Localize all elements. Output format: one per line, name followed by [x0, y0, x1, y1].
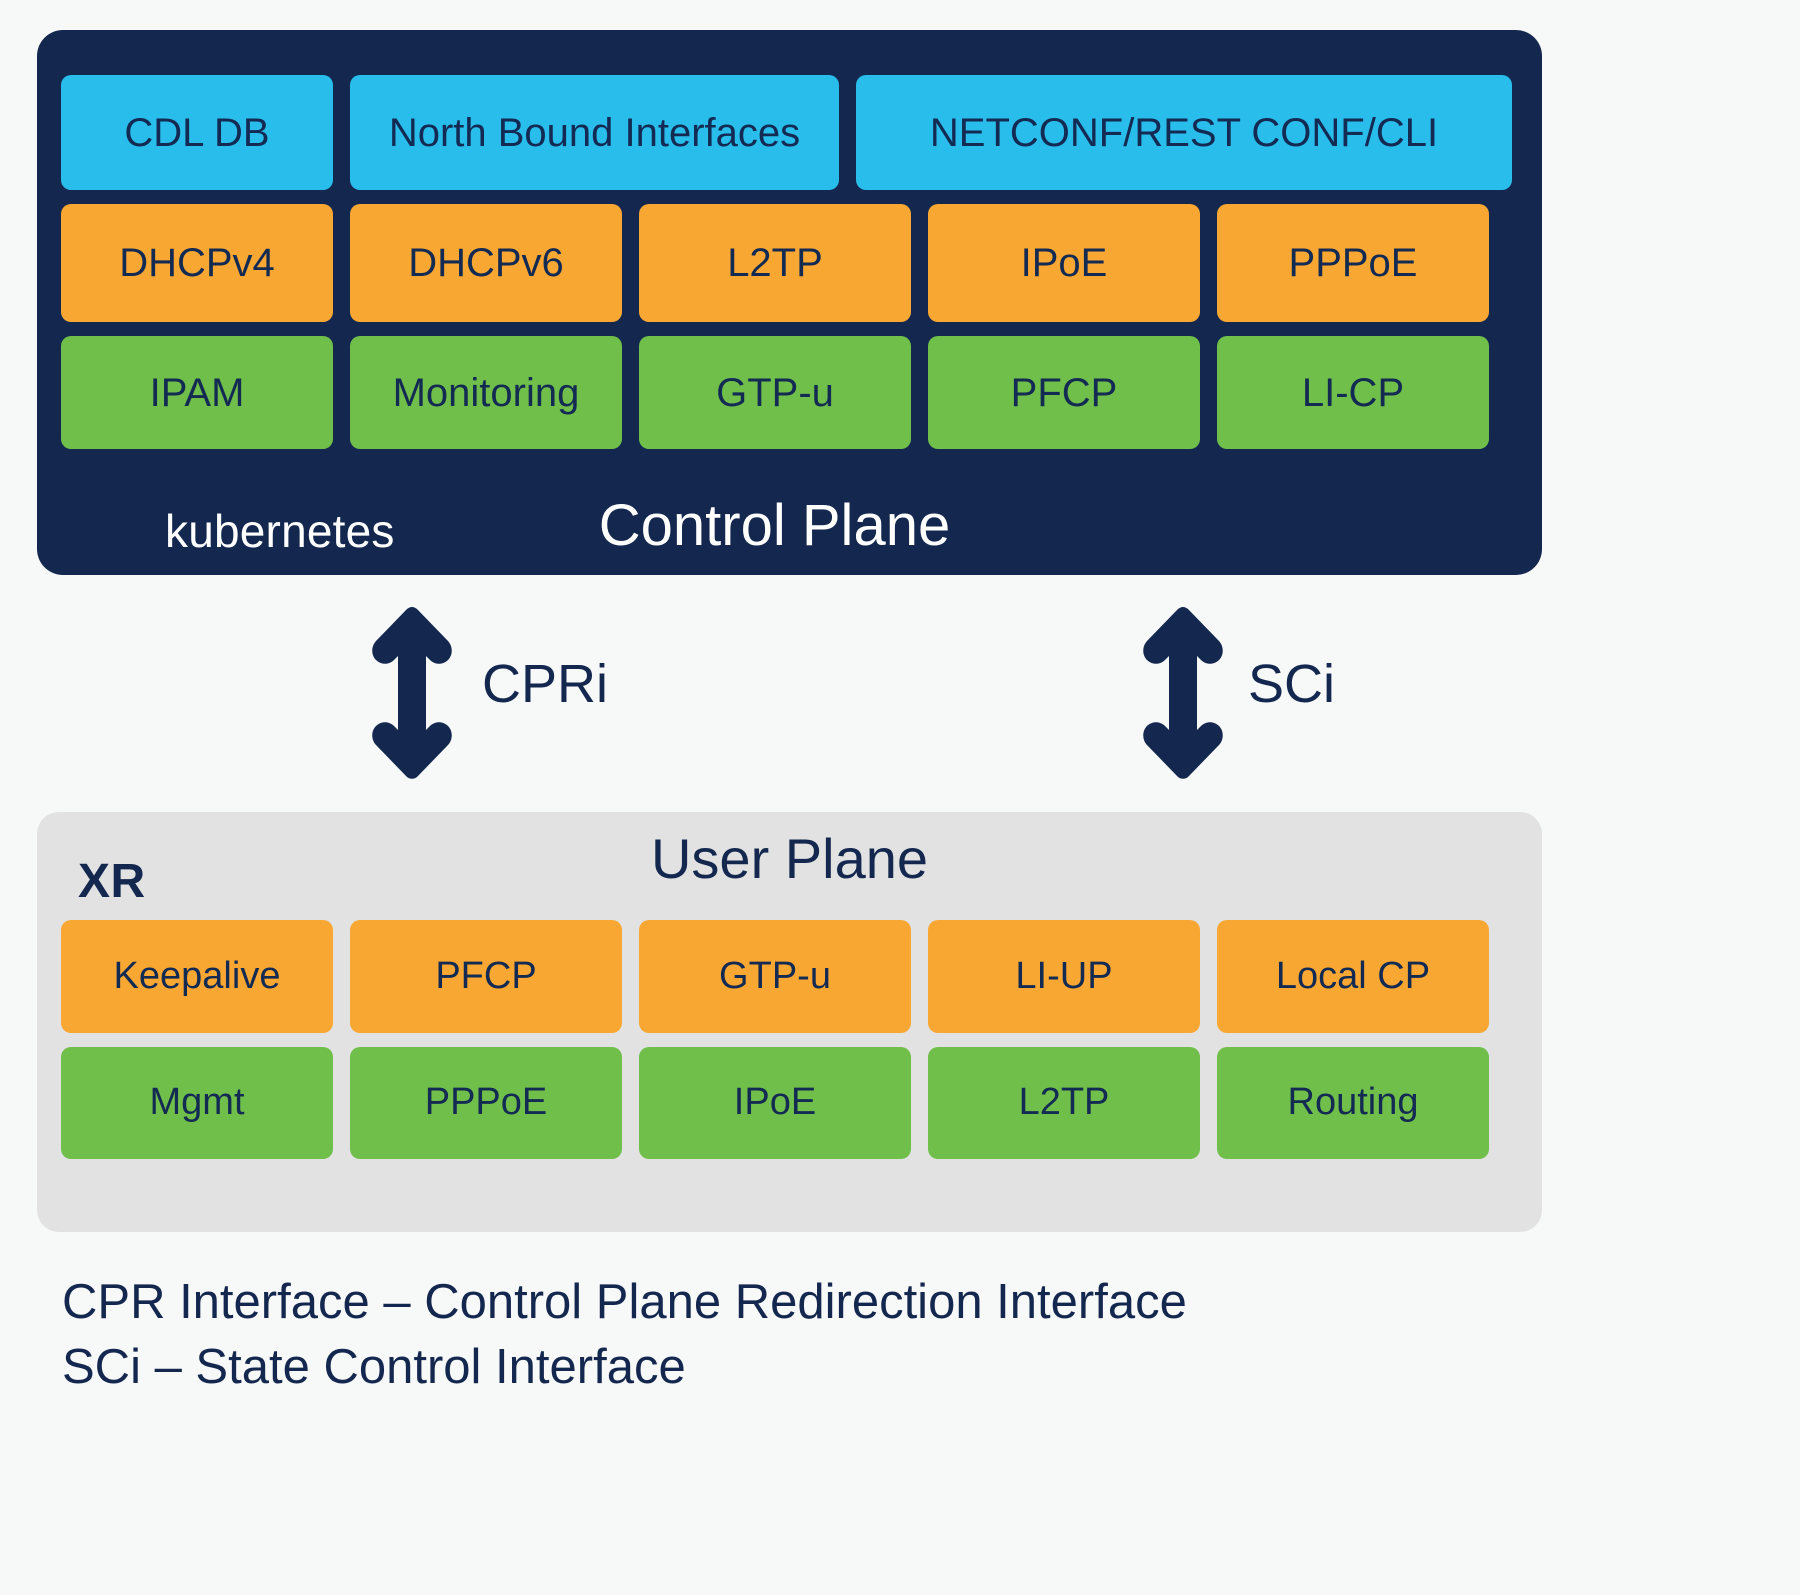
cp-box-label: DHCPv4 — [119, 241, 275, 285]
cp-box-label: Monitoring — [392, 370, 580, 415]
cp-box-dhcpv6[interactable]: DHCPv6 — [350, 204, 622, 322]
cp-box-label: CDL DB — [124, 110, 270, 155]
user-plane-panel: XR User Plane Keepalive PFCP GTP-u LI-UP… — [37, 812, 1542, 1232]
cp-box-ipam[interactable]: IPAM — [61, 336, 333, 449]
cp-box-label: North Bound Interfaces — [388, 110, 801, 155]
cp-box-label: GTP-u — [716, 370, 834, 415]
cp-box-dhcpv4[interactable]: DHCPv4 — [61, 204, 333, 322]
up-box-label: PFCP — [435, 954, 537, 997]
control-plane-row-protocols: DHCPv4 DHCPv6 L2TP IPoE PPPoE — [61, 204, 1518, 322]
cp-box-label: PFCP — [1010, 370, 1118, 415]
up-box-label: PPPoE — [424, 1081, 548, 1124]
cp-box-label: NETCONF/REST CONF/CLI — [929, 110, 1439, 155]
cp-box-label: IPoE — [1020, 241, 1108, 285]
interface-connectors: CPRi SCi — [0, 585, 1800, 790]
up-box-pppoe[interactable]: PPPoE — [350, 1047, 622, 1159]
control-plane-row-northbound: CDL DB North Bound Interfaces NETCONF/RE… — [61, 75, 1518, 190]
cp-box-pfcp[interactable]: PFCP — [928, 336, 1200, 449]
user-plane-rows: Keepalive PFCP GTP-u LI-UP Local CP Mgmt — [61, 920, 1518, 1173]
cp-box-ipoe[interactable]: IPoE — [928, 204, 1200, 322]
up-box-label: Keepalive — [113, 954, 281, 997]
user-plane-title: User Plane — [650, 827, 929, 890]
cp-box-monitoring[interactable]: Monitoring — [350, 336, 622, 449]
user-plane-header: XR User Plane — [37, 812, 1542, 917]
legend-block: CPR Interface – Control Plane Redirectio… — [62, 1270, 1187, 1399]
up-box-label: Mgmt — [149, 1081, 245, 1124]
up-box-label: LI-UP — [1015, 954, 1113, 997]
up-box-ipoe[interactable]: IPoE — [639, 1047, 911, 1159]
cp-box-li-cp[interactable]: LI-CP — [1217, 336, 1489, 449]
up-box-keepalive[interactable]: Keepalive — [61, 920, 333, 1033]
cp-box-label: IPAM — [149, 370, 245, 415]
up-box-pfcp[interactable]: PFCP — [350, 920, 622, 1033]
cp-box-label: LI-CP — [1301, 370, 1405, 415]
up-box-gtp-u[interactable]: GTP-u — [639, 920, 911, 1033]
up-box-mgmt[interactable]: Mgmt — [61, 1047, 333, 1159]
up-box-label: Local CP — [1275, 954, 1431, 997]
cp-box-l2tp[interactable]: L2TP — [639, 204, 911, 322]
up-box-local-cp[interactable]: Local CP — [1217, 920, 1489, 1033]
cp-box-cdl-db[interactable]: CDL DB — [61, 75, 333, 190]
control-plane-rows: CDL DB North Bound Interfaces NETCONF/RE… — [61, 75, 1518, 463]
up-box-label: IPoE — [733, 1081, 817, 1124]
diagram-canvas: CDL DB North Bound Interfaces NETCONF/RE… — [0, 0, 1800, 1595]
cp-box-label: L2TP — [727, 241, 823, 285]
legend-line-cpr: CPR Interface – Control Plane Redirectio… — [62, 1275, 1187, 1329]
connector-label-cpri: CPRi — [482, 654, 609, 714]
cp-box-north-bound-interfaces[interactable]: North Bound Interfaces — [350, 75, 839, 190]
up-box-l2tp[interactable]: L2TP — [928, 1047, 1200, 1159]
user-plane-row-protocols: Keepalive PFCP GTP-u LI-UP Local CP — [61, 920, 1518, 1033]
control-plane-row-services: IPAM Monitoring GTP-u PFCP LI-CP — [61, 336, 1518, 449]
control-plane-panel: CDL DB North Bound Interfaces NETCONF/RE… — [37, 30, 1542, 575]
control-plane-footer: kubernetes Control Plane — [37, 493, 1542, 575]
up-box-label: Routing — [1287, 1081, 1419, 1124]
user-plane-row-services: Mgmt PPPoE IPoE L2TP Routing — [61, 1047, 1518, 1159]
double-arrow-vertical-icon-sci — [1140, 603, 1226, 783]
legend-line-sci: SCi – State Control Interface — [62, 1339, 686, 1394]
double-arrow-vertical-icon-cpri — [369, 603, 455, 783]
up-box-routing[interactable]: Routing — [1217, 1047, 1489, 1159]
up-box-label: GTP-u — [719, 954, 831, 997]
cp-box-gtp-u[interactable]: GTP-u — [639, 336, 911, 449]
up-box-label: L2TP — [1018, 1081, 1110, 1124]
control-plane-title: Control Plane — [598, 493, 951, 558]
connector-label-sci: SCi — [1248, 654, 1336, 714]
up-box-li-up[interactable]: LI-UP — [928, 920, 1200, 1033]
cp-box-netconf-restconf-cli[interactable]: NETCONF/REST CONF/CLI — [856, 75, 1512, 190]
cp-box-label: PPPoE — [1288, 241, 1418, 285]
cp-box-label: DHCPv6 — [408, 241, 564, 285]
cp-box-pppoe[interactable]: PPPoE — [1217, 204, 1489, 322]
